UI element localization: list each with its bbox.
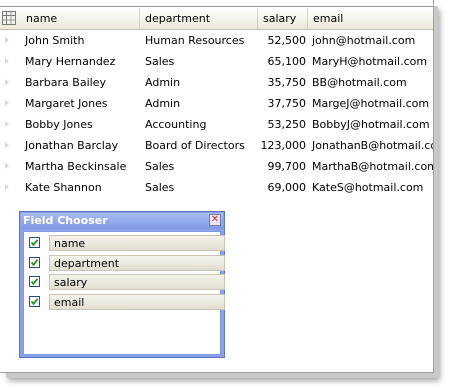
field-chooser-list: name department salary email xyxy=(23,231,225,355)
cell-name[interactable]: Mary Hernandez xyxy=(25,51,115,72)
cell-name[interactable]: Martha Beckinsale xyxy=(25,156,126,177)
field-chooser-item[interactable]: department xyxy=(29,254,225,271)
field-chooser-item[interactable]: salary xyxy=(29,274,225,290)
cell-name[interactable]: Bobby Jones xyxy=(25,114,93,135)
field-chooser-item[interactable]: name xyxy=(29,235,225,251)
cell-salary[interactable]: 35,750 xyxy=(258,72,307,93)
grid-window: name department salary email John Smith H… xyxy=(0,0,434,373)
cell-department[interactable]: Sales xyxy=(145,51,174,72)
field-chooser-panel: Field Chooser ✕ name department salary emai… xyxy=(19,211,225,358)
row-indicator-icon xyxy=(5,163,9,169)
row-indicator-icon xyxy=(5,184,9,190)
cell-salary[interactable]: 37,750 xyxy=(258,93,307,114)
table-row[interactable]: Barbara Bailey Admin 35,750 BB@hotmail.com xyxy=(0,72,433,93)
close-icon[interactable]: ✕ xyxy=(209,214,221,226)
field-chooser-item-label: email xyxy=(49,293,225,310)
cell-salary[interactable]: 53,250 xyxy=(258,114,307,135)
cell-name[interactable]: Kate Shannon xyxy=(25,177,102,198)
table-row[interactable]: Bobby Jones Accounting 53,250 BobbyJ@hotmai… xyxy=(0,114,433,135)
table-row[interactable]: Mary Hernandez Sales 65,100 MaryH@hotmail.c… xyxy=(0,51,433,72)
row-indicator-icon xyxy=(5,121,9,127)
table-row[interactable]: Margaret Jones Admin 37,750 MargeJ@hotmail.… xyxy=(0,93,433,114)
checkbox-icon[interactable] xyxy=(29,237,40,248)
cell-department[interactable]: Accounting xyxy=(145,114,206,135)
table-row[interactable]: Kate Shannon Sales 69,000 KateS@hotmail.com xyxy=(0,177,433,198)
field-chooser-title[interactable]: Field Chooser xyxy=(21,213,223,229)
cell-department[interactable]: Board of Directors xyxy=(145,135,245,156)
checkbox-icon[interactable] xyxy=(29,256,40,268)
row-indicator-icon xyxy=(5,79,9,85)
cell-salary[interactable]: 69,000 xyxy=(258,177,307,198)
cell-department[interactable]: Human Resources xyxy=(145,30,244,51)
column-header-salary[interactable]: salary xyxy=(258,8,308,29)
cell-department[interactable]: Admin xyxy=(145,93,180,114)
checkbox-icon[interactable] xyxy=(29,295,40,307)
cell-name[interactable]: Margaret Jones xyxy=(25,93,108,114)
column-header-name[interactable]: name xyxy=(21,8,140,29)
table-row[interactable]: John Smith Human Resources 52,500 john@hotm… xyxy=(0,30,433,51)
table-row[interactable]: Jonathan Barclay Board of Directors 123,00… xyxy=(0,135,433,156)
row-indicator-icon xyxy=(5,58,9,64)
row-indicator-icon xyxy=(5,142,9,148)
field-chooser-item-label: salary xyxy=(49,274,225,290)
field-chooser-item-label: name xyxy=(49,235,225,251)
row-indicator-icon xyxy=(5,37,9,43)
cell-email[interactable]: MarthaB@hotmail.com xyxy=(312,156,433,177)
column-header-email[interactable]: email xyxy=(308,8,433,29)
checkbox-icon[interactable] xyxy=(29,276,40,287)
grid-header: name department salary email xyxy=(0,8,433,30)
grid-top-line xyxy=(0,6,433,7)
field-chooser-item[interactable]: email xyxy=(29,293,225,310)
cell-salary[interactable]: 99,700 xyxy=(258,156,307,177)
cell-department[interactable]: Admin xyxy=(145,72,180,93)
cell-email[interactable]: MaryH@hotmail.com xyxy=(312,51,427,72)
cell-department[interactable]: Sales xyxy=(145,177,174,198)
field-chooser-icon[interactable] xyxy=(2,11,16,25)
column-header-department[interactable]: department xyxy=(140,8,258,29)
row-indicator-icon xyxy=(5,100,9,106)
cell-email[interactable]: MargeJ@hotmail.com xyxy=(312,93,429,114)
cell-department[interactable]: Sales xyxy=(145,156,174,177)
cell-salary[interactable]: 52,500 xyxy=(258,30,307,51)
cell-name[interactable]: Jonathan Barclay xyxy=(25,135,118,156)
cell-salary[interactable]: 65,100 xyxy=(258,51,307,72)
cell-email[interactable]: john@hotmail.com xyxy=(312,30,415,51)
cell-salary[interactable]: 123,000 xyxy=(258,135,307,156)
cell-name[interactable]: John Smith xyxy=(25,30,84,51)
cell-email[interactable]: JonathanB@hotmail.com xyxy=(312,135,433,156)
table-row[interactable]: Martha Beckinsale Sales 99,700 MarthaB@hotm… xyxy=(0,156,433,177)
cell-name[interactable]: Barbara Bailey xyxy=(25,72,106,93)
cell-email[interactable]: KateS@hotmail.com xyxy=(312,177,423,198)
field-chooser-item-label: department xyxy=(49,254,225,271)
cell-email[interactable]: BobbyJ@hotmail.com xyxy=(312,114,430,135)
cell-email[interactable]: BB@hotmail.com xyxy=(312,72,407,93)
